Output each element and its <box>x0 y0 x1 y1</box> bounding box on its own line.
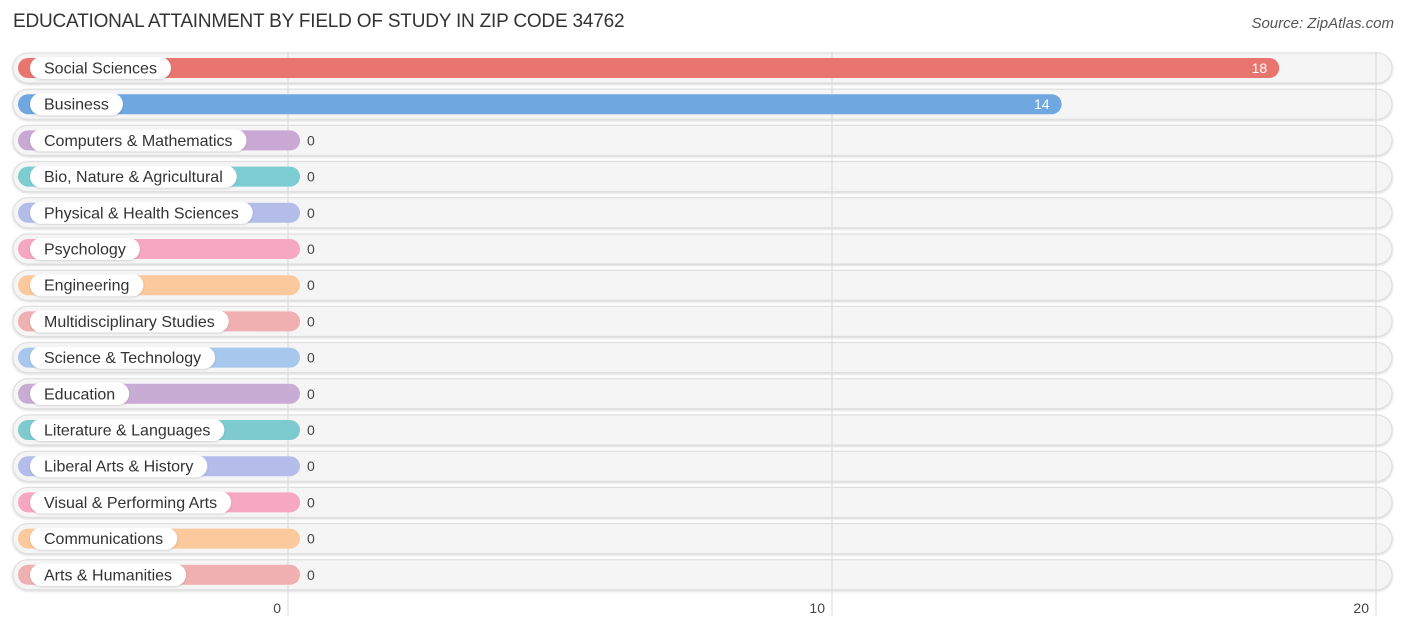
value-label: 0 <box>307 422 315 438</box>
bar-row: Visual & Performing Arts 0 <box>18 491 315 514</box>
category-label: Multidisciplinary Studies <box>44 314 215 331</box>
value-label: 0 <box>307 205 315 221</box>
value-label: 0 <box>307 241 315 257</box>
value-label: 14 <box>1034 96 1050 112</box>
bar-row: Business 14 <box>18 93 1062 116</box>
category-label: Computers & Mathematics <box>44 133 233 150</box>
bar-row: Psychology 0 <box>18 238 315 260</box>
x-tick-label: 10 <box>809 600 825 616</box>
category-label: Education <box>44 386 115 403</box>
bar-row: Engineering 0 <box>18 274 315 297</box>
category-label: Psychology <box>44 242 126 259</box>
category-label: Business <box>44 97 109 114</box>
value-label: 0 <box>307 350 315 366</box>
bar-row: Literature & Languages 0 <box>18 419 315 441</box>
bar-row: Liberal Arts & History 0 <box>18 455 315 478</box>
category-label: Liberal Arts & History <box>44 459 193 476</box>
x-axis-ticks: 0 10 20 <box>273 600 1369 616</box>
category-label: Social Sciences <box>44 61 157 78</box>
value-label: 0 <box>307 386 315 402</box>
bar-row: Arts & Humanities 0 <box>18 563 315 586</box>
category-label: Science & Technology <box>44 350 201 367</box>
bar-row: Communications 0 <box>18 527 315 550</box>
bar[interactable] <box>18 58 1280 78</box>
x-tick-label: 20 <box>1353 600 1369 616</box>
bar-row: Social Sciences 18 <box>18 57 1280 79</box>
bar-row: Physical & Health Sciences 0 <box>18 201 315 224</box>
value-label: 0 <box>307 494 315 510</box>
bar-row: Education 0 <box>18 382 315 405</box>
category-label: Engineering <box>44 278 129 295</box>
category-label: Communications <box>44 531 163 548</box>
bar-row: Computers & Mathematics 0 <box>18 129 315 152</box>
bar-row: Science & Technology 0 <box>18 346 315 369</box>
category-label: Physical & Health Sciences <box>44 205 239 222</box>
value-label: 0 <box>307 132 315 148</box>
bar-row: Bio, Nature & Agricultural 0 <box>18 165 315 188</box>
value-label: 0 <box>307 313 315 329</box>
value-label: 0 <box>307 458 315 474</box>
bar-row: Multidisciplinary Studies 0 <box>18 310 315 333</box>
x-tick-label: 0 <box>273 600 281 616</box>
value-label: 0 <box>307 567 315 583</box>
value-label: 0 <box>307 277 315 293</box>
bar[interactable] <box>18 94 1062 115</box>
value-label: 0 <box>307 169 315 185</box>
bar-chart: Social Sciences 18 Business 14 Computers & M… <box>12 52 1393 616</box>
category-label: Arts & Humanities <box>44 567 172 584</box>
category-label: Bio, Nature & Agricultural <box>44 169 223 186</box>
category-label: Literature & Languages <box>44 423 210 440</box>
category-label: Visual & Performing Arts <box>44 495 217 512</box>
value-label: 0 <box>307 531 315 547</box>
value-label: 18 <box>1252 60 1268 76</box>
